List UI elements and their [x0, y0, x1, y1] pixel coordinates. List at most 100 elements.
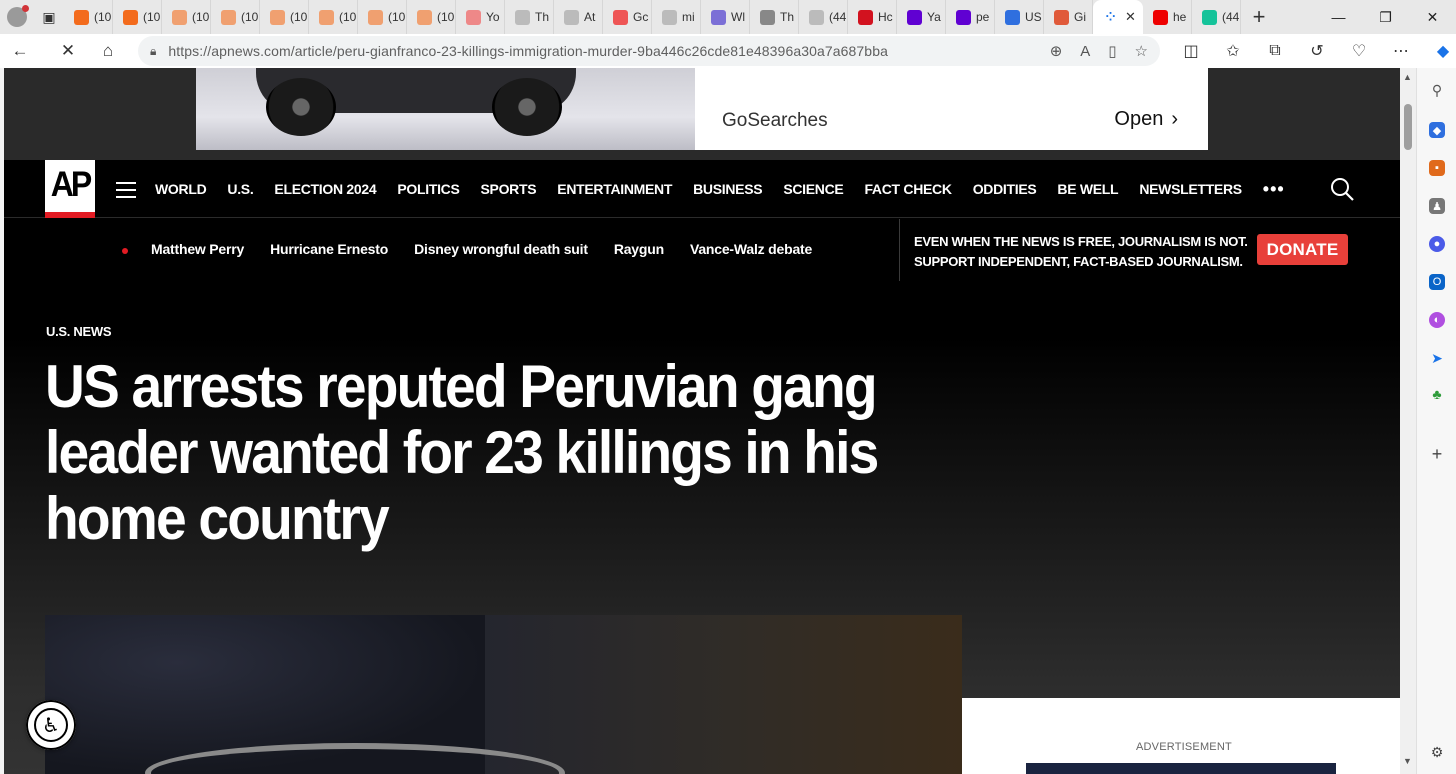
profile-button[interactable] — [0, 0, 34, 34]
ad-car-image[interactable] — [196, 68, 695, 150]
designer-icon[interactable]: ◐ — [1429, 312, 1445, 328]
nav-item[interactable]: ENTERTAINMENT — [557, 181, 672, 197]
collections-icon[interactable]: ⧉ — [1254, 42, 1296, 60]
home-icon[interactable]: ⌂ — [88, 34, 128, 68]
browser-tab[interactable]: (10 — [358, 0, 407, 34]
nav-item[interactable]: POLITICS — [397, 181, 459, 197]
hamburger-menu-icon[interactable] — [116, 182, 136, 198]
browser-tab[interactable]: (10 — [113, 0, 162, 34]
read-aloud-icon[interactable]: A — [1080, 43, 1090, 60]
shopping-tag-icon[interactable]: ◆ — [1429, 122, 1445, 138]
top-advertisement[interactable]: GoSearches Open › — [4, 68, 1400, 160]
browser-tab[interactable]: (10 — [260, 0, 309, 34]
browser-tab[interactable]: Hc — [848, 0, 897, 34]
browser-tab[interactable]: (10 — [162, 0, 211, 34]
close-window-icon[interactable]: ✕ — [1409, 0, 1456, 34]
address-bar[interactable]: 🔒︎ https://apnews.com/article/peru-gianf… — [138, 36, 1160, 66]
close-tab-icon[interactable]: ✕ — [1125, 9, 1136, 25]
settings-gear-icon[interactable]: ⚙ — [1429, 744, 1445, 760]
trending-link[interactable]: Hurricane Ernesto — [270, 241, 388, 257]
tab-label: Th — [780, 10, 795, 24]
ad-card[interactable]: GoSearches Open › — [695, 68, 1208, 150]
trending-link[interactable]: Matthew Perry — [151, 241, 244, 257]
back-icon[interactable]: ← — [0, 34, 40, 68]
scroll-down-icon[interactable]: ▼ — [1403, 756, 1412, 766]
article-hero-image[interactable] — [45, 615, 962, 774]
trending-link[interactable]: Disney wrongful death suit — [414, 241, 588, 257]
nav-item[interactable]: FACT CHECK — [864, 181, 952, 197]
outlook-icon[interactable]: O — [1429, 274, 1445, 290]
favorites-icon[interactable]: ✩ — [1212, 41, 1254, 61]
more-menu-icon[interactable]: ⋯ — [1380, 41, 1422, 61]
split-screen-icon[interactable]: ◫ — [1170, 41, 1212, 61]
browser-tab[interactable]: (10 — [64, 0, 113, 34]
browser-tab[interactable]: Th — [505, 0, 554, 34]
nav-item[interactable]: SCIENCE — [783, 181, 843, 197]
browser-tab[interactable]: Wl — [701, 0, 750, 34]
new-tab-button[interactable]: + — [1241, 0, 1277, 34]
browser-tab[interactable]: Gi — [1044, 0, 1093, 34]
nav-item[interactable]: U.S. — [227, 181, 253, 197]
grid-icon — [760, 9, 775, 25]
browser-tab[interactable]: Th — [750, 0, 799, 34]
browser-tab[interactable]: (44 — [799, 0, 848, 34]
browser-tab-active[interactable]: ⁘ ✕ — [1093, 0, 1143, 34]
scroll-up-icon[interactable]: ▲ — [1403, 72, 1412, 82]
add-sidebar-icon[interactable]: + — [1429, 444, 1445, 464]
sidebar-ad-slot[interactable] — [1026, 763, 1336, 774]
search-icon[interactable] — [1330, 177, 1354, 201]
history-icon[interactable]: ↺ — [1296, 41, 1338, 61]
browser-tab[interactable]: Yo — [456, 0, 505, 34]
scroll-thumb[interactable] — [1404, 104, 1412, 150]
donate-button[interactable]: DONATE — [1257, 234, 1348, 265]
nav-item[interactable]: BE WELL — [1057, 181, 1118, 197]
donate-message: EVEN WHEN THE NEWS IS FREE, JOURNALISM I… — [914, 232, 1248, 272]
tab-label: (44 — [1222, 10, 1240, 24]
immersive-reader-icon[interactable]: ▯ — [1108, 42, 1116, 60]
ap-logo[interactable]: AP — [45, 160, 95, 218]
nav-item[interactable]: SPORTS — [481, 181, 537, 197]
accessibility-button[interactable]: ♿︎ — [26, 700, 76, 750]
nav-item[interactable]: ODDITIES — [973, 181, 1037, 197]
tab-label: At — [584, 10, 596, 24]
browser-tab[interactable]: (10 — [309, 0, 358, 34]
tree-icon[interactable]: ♣ — [1429, 386, 1445, 402]
url-text[interactable]: https://apnews.com/article/peru-gianfran… — [168, 43, 888, 59]
browser-tab[interactable]: Ya — [897, 0, 946, 34]
copilot-icon[interactable]: ◆ — [1422, 41, 1456, 61]
ad-brand: GoSearches — [722, 110, 828, 131]
browser-tab[interactable]: mi — [652, 0, 701, 34]
page-scrollbar[interactable]: ▲ ▼ — [1400, 68, 1416, 774]
browser-tab[interactable]: he — [1143, 0, 1192, 34]
favorite-star-icon[interactable]: ☆ — [1135, 42, 1148, 60]
browser-tab[interactable]: Gc — [603, 0, 652, 34]
nav-item[interactable]: WORLD — [155, 181, 207, 197]
copilot-sidebar-icon[interactable]: ● — [1429, 236, 1445, 252]
sidebar-search-icon[interactable]: ⚲ — [1429, 82, 1445, 98]
nav-item[interactable]: ELECTION 2024 — [274, 181, 376, 197]
ad-open-button[interactable]: Open › — [1114, 108, 1178, 131]
stop-loading-icon[interactable]: ✕ — [48, 34, 88, 68]
trending-link[interactable]: Vance-Walz debate — [690, 241, 812, 257]
minimize-icon[interactable]: — — [1315, 0, 1362, 34]
tab-actions-icon[interactable]: ▣ — [34, 0, 64, 34]
browser-tab[interactable]: At — [554, 0, 603, 34]
nav-item[interactable]: NEWSLETTERS — [1139, 181, 1242, 197]
browser-tab[interactable]: US — [995, 0, 1044, 34]
lock-icon[interactable]: 🔒︎ — [150, 44, 156, 59]
restore-icon[interactable]: ❐ — [1362, 0, 1409, 34]
zoom-icon[interactable]: ⊕ — [1050, 42, 1063, 60]
tab-label: (10 — [290, 10, 308, 24]
games-icon[interactable]: ♟ — [1429, 198, 1445, 214]
browser-tab[interactable]: (44 — [1192, 0, 1241, 34]
browser-essentials-icon[interactable]: ♡ — [1338, 41, 1380, 61]
tools-briefcase-icon[interactable]: ▪ — [1429, 160, 1445, 176]
nav-more-icon[interactable]: ••• — [1263, 179, 1285, 200]
send-icon[interactable]: ➤ — [1429, 350, 1445, 366]
nav-item[interactable]: BUSINESS — [693, 181, 762, 197]
browser-tab[interactable]: (10 — [211, 0, 260, 34]
trending-link[interactable]: Raygun — [614, 241, 664, 257]
browser-tab[interactable]: pe — [946, 0, 995, 34]
browser-tab[interactable]: (10 — [407, 0, 456, 34]
section-label[interactable]: U.S. NEWS — [46, 324, 112, 339]
